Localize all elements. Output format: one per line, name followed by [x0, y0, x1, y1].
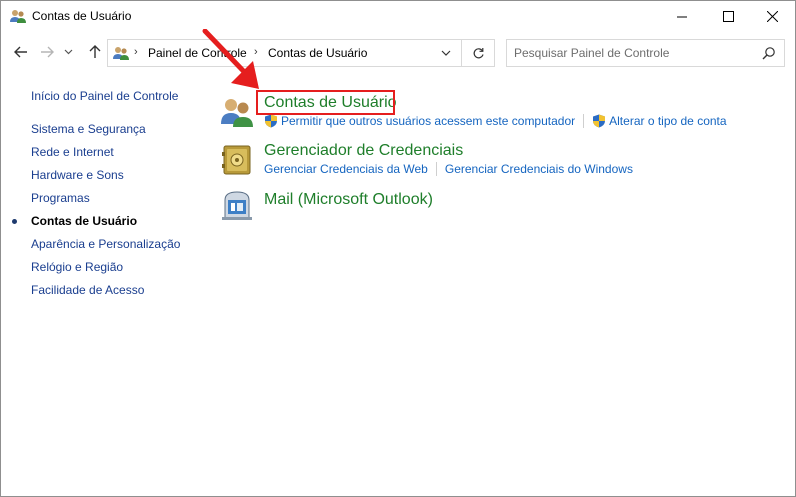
- credential-manager-icon[interactable]: [219, 142, 255, 178]
- maximize-button[interactable]: [705, 1, 751, 31]
- search-placeholder: Pesquisar Painel de Controle: [514, 46, 670, 60]
- refresh-icon: [473, 47, 484, 58]
- sidebar: Sistema e Segurança Rede e Internet Hard…: [12, 122, 180, 306]
- active-indicator-dot: [12, 219, 17, 224]
- refresh-button[interactable]: [461, 40, 494, 66]
- link-divider: [583, 114, 585, 128]
- arrow-left-icon: [14, 46, 27, 58]
- shield-icon: [593, 114, 606, 128]
- sidebar-item-user-accounts: Contas de Usuário: [12, 214, 180, 237]
- user-accounts-icon[interactable]: [219, 94, 255, 130]
- back-button[interactable]: [11, 43, 31, 61]
- sidebar-item-label: Contas de Usuário: [31, 214, 138, 228]
- user-accounts-icon: [113, 47, 129, 60]
- sidebar-item-hardware-sound[interactable]: Hardware e Sons: [31, 168, 180, 191]
- manage-windows-credentials-link[interactable]: Gerenciar Credenciais do Windows: [445, 162, 633, 176]
- recent-locations-button[interactable]: [61, 43, 75, 61]
- mail-icon[interactable]: [219, 188, 255, 224]
- address-bar[interactable]: › Painel de Controle › Contas de Usuário: [107, 39, 495, 67]
- title-bar: Contas de Usuário: [1, 1, 795, 31]
- category-title[interactable]: Gerenciador de Credenciais: [264, 142, 463, 160]
- minimize-button[interactable]: [659, 1, 705, 31]
- arrow-right-icon: [41, 46, 54, 58]
- chevron-down-icon: [441, 50, 451, 56]
- category-links: Gerenciar Credenciais da Web Gerenciar C…: [264, 162, 633, 176]
- change-account-type-link[interactable]: Alterar o tipo de conta: [609, 114, 726, 128]
- sidebar-item-appearance[interactable]: Aparência e Personalização: [31, 237, 180, 260]
- arrow-up-icon: [89, 45, 101, 58]
- sidebar-item-system-security[interactable]: Sistema e Segurança: [31, 122, 180, 145]
- window-title: Contas de Usuário: [32, 9, 132, 23]
- up-button[interactable]: [85, 43, 105, 61]
- navigation-bar: › Painel de Controle › Contas de Usuário…: [1, 37, 795, 67]
- breadcrumb-user-accounts[interactable]: Contas de Usuário: [268, 46, 367, 60]
- address-dropdown-button[interactable]: [432, 40, 460, 66]
- user-accounts-icon: [10, 10, 26, 23]
- sidebar-item-programs[interactable]: Programas: [31, 191, 180, 214]
- annotation-highlight-box: [256, 90, 395, 115]
- shield-icon: [265, 114, 277, 128]
- category-links: Permitir que outros usuários acessem est…: [264, 114, 727, 128]
- sidebar-item-network-internet[interactable]: Rede e Internet: [31, 145, 180, 168]
- chevron-right-icon[interactable]: ›: [134, 46, 138, 58]
- control-panel-window: Contas de Usuário › Painel de Controle ›…: [0, 0, 796, 497]
- link-divider: [435, 162, 437, 176]
- sidebar-home-link[interactable]: Início do Painel de Controle: [31, 89, 178, 103]
- search-icon[interactable]: [762, 46, 776, 60]
- sidebar-item-clock-region[interactable]: Relógio e Região: [31, 260, 180, 283]
- forward-button[interactable]: [37, 43, 57, 61]
- sidebar-item-ease-of-access[interactable]: Facilidade de Acesso: [31, 283, 180, 306]
- allow-other-users-link[interactable]: Permitir que outros usuários acessem est…: [281, 114, 575, 128]
- category-title[interactable]: Mail (Microsoft Outlook): [264, 191, 433, 209]
- annotation-arrow-icon: [202, 29, 259, 89]
- chevron-down-icon: [64, 49, 72, 55]
- maximize-icon: [722, 10, 734, 22]
- close-button[interactable]: [749, 1, 795, 31]
- minimize-icon: [676, 16, 687, 17]
- close-icon: [766, 10, 778, 22]
- manage-web-credentials-link[interactable]: Gerenciar Credenciais da Web: [264, 162, 428, 176]
- search-input[interactable]: Pesquisar Painel de Controle: [506, 39, 785, 67]
